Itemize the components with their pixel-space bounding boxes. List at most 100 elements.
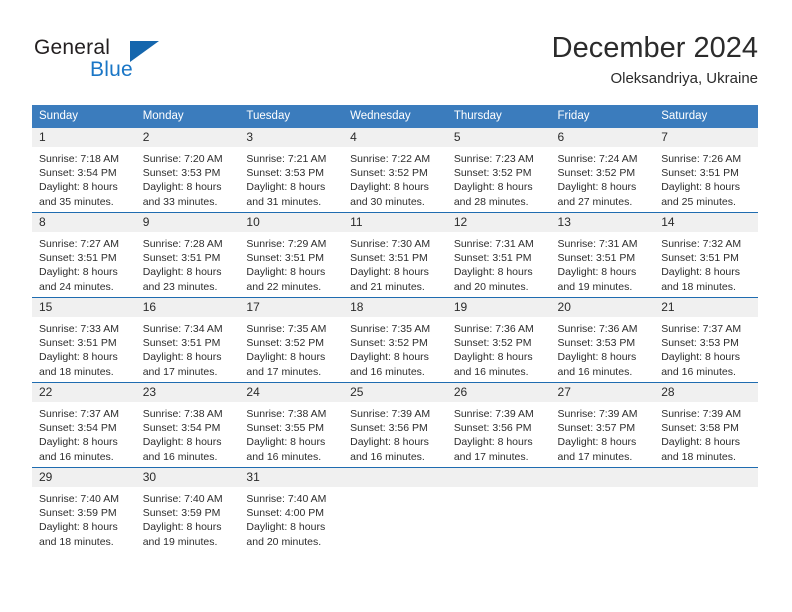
daylight-text-line1: Daylight: 8 hours	[350, 266, 429, 279]
calendar-day-cell[interactable]: 5 Sunrise: 7:23 AM Sunset: 3:52 PM Daylight…	[446, 128, 551, 213]
day-details: Sunrise: 7:18 AM Sunset: 3:54 PM Daylight:…	[32, 147, 136, 209]
calendar-day-cell[interactable]: 8 Sunrise: 7:27 AM Sunset: 3:51 PM Daylight…	[32, 212, 136, 298]
day-number: 4	[343, 128, 447, 147]
day-details: Sunrise: 7:39 AM Sunset: 3:56 PM Daylight:…	[447, 402, 551, 464]
daylight-text-line1: Daylight: 8 hours	[350, 181, 429, 194]
day-cell-inner: 13 Sunrise: 7:31 AM Sunset: 3:51 PM Dayligh…	[550, 213, 655, 297]
daylight-text-line1: Daylight: 8 hours	[39, 436, 118, 449]
calendar-week-row: 15 Sunrise: 7:33 AM Sunset: 3:51 PM Dayligh…	[32, 297, 758, 383]
calendar-day-cell[interactable]: 23 Sunrise: 7:38 AM Sunset: 3:54 PM Dayligh…	[135, 382, 240, 468]
calendar-day-cell[interactable]: 13 Sunrise: 7:31 AM Sunset: 3:51 PM Dayligh…	[550, 212, 655, 298]
sunset-text: Sunset: 4:00 PM	[246, 507, 325, 520]
day-cell-inner: 6 Sunrise: 7:24 AM Sunset: 3:52 PM Daylight…	[550, 128, 655, 212]
daylight-text-line2: and 17 minutes.	[142, 365, 218, 378]
sunset-text: Sunset: 3:56 PM	[350, 422, 428, 435]
calendar-day-cell[interactable]: 21 Sunrise: 7:37 AM Sunset: 3:53 PM Dayligh…	[654, 297, 758, 383]
sunrise-text: Sunrise: 7:23 AM	[453, 153, 534, 165]
daylight-text-line2: and 20 minutes.	[453, 280, 529, 293]
calendar-day-cell[interactable]: 19 Sunrise: 7:36 AM Sunset: 3:52 PM Dayligh…	[446, 297, 551, 383]
calendar-day-cell[interactable]: 15 Sunrise: 7:33 AM Sunset: 3:51 PM Dayligh…	[32, 297, 136, 383]
calendar-day-cell[interactable]: 31 Sunrise: 7:40 AM Sunset: 4:00 PM Dayligh…	[239, 467, 344, 552]
sunset-text: Sunset: 3:54 PM	[39, 167, 117, 180]
calendar-day-cell[interactable]: 7 Sunrise: 7:26 AM Sunset: 3:51 PM Daylight…	[654, 128, 758, 213]
calendar-day-cell[interactable]: 24 Sunrise: 7:38 AM Sunset: 3:55 PM Dayligh…	[239, 382, 344, 468]
day-number: 1	[32, 128, 136, 147]
calendar-week-row: 8 Sunrise: 7:27 AM Sunset: 3:51 PM Daylight…	[32, 212, 758, 298]
daylight-text-line2: and 30 minutes.	[350, 195, 425, 208]
calendar-day-cell[interactable]: 18 Sunrise: 7:35 AM Sunset: 3:52 PM Dayligh…	[343, 297, 447, 383]
day-number: 21	[654, 298, 758, 317]
calendar-day-cell[interactable]: 10 Sunrise: 7:29 AM Sunset: 3:51 PM Dayligh…	[239, 212, 344, 298]
sunset-text: Sunset: 3:55 PM	[246, 422, 325, 435]
general-blue-logo[interactable]: General Blue	[34, 36, 244, 90]
day-details: Sunrise: 7:27 AM Sunset: 3:51 PM Daylight:…	[32, 232, 136, 294]
calendar-day-cell[interactable]: 11 Sunrise: 7:30 AM Sunset: 3:51 PM Dayligh…	[343, 212, 447, 298]
calendar-day-cell[interactable]: 29 Sunrise: 7:40 AM Sunset: 3:59 PM Dayligh…	[32, 467, 136, 552]
calendar-day-cell[interactable]: 6 Sunrise: 7:24 AM Sunset: 3:52 PM Daylight…	[550, 128, 655, 213]
calendar-day-cell[interactable]: 4 Sunrise: 7:22 AM Sunset: 3:52 PM Daylight…	[343, 128, 447, 213]
calendar-day-cell[interactable]: 26 Sunrise: 7:39 AM Sunset: 3:56 PM Dayligh…	[446, 382, 551, 468]
sunset-text: Sunset: 3:51 PM	[661, 252, 739, 265]
weekday-header-wednesday: Wednesday	[343, 105, 447, 128]
day-details	[654, 487, 758, 492]
sunrise-text: Sunrise: 7:22 AM	[350, 153, 431, 165]
day-details: Sunrise: 7:37 AM Sunset: 3:53 PM Daylight:…	[654, 317, 758, 379]
sunrise-text: Sunrise: 7:39 AM	[453, 408, 534, 420]
sunset-text: Sunset: 3:56 PM	[453, 422, 532, 435]
day-details: Sunrise: 7:35 AM Sunset: 3:52 PM Daylight:…	[343, 317, 447, 379]
calendar-day-cell[interactable]: 2 Sunrise: 7:20 AM Sunset: 3:53 PM Daylight…	[135, 128, 240, 213]
daylight-text-line2: and 16 minutes.	[350, 365, 425, 378]
sunset-text: Sunset: 3:52 PM	[246, 337, 325, 350]
day-cell-inner: 10 Sunrise: 7:29 AM Sunset: 3:51 PM Dayligh…	[239, 213, 344, 297]
sunset-text: Sunset: 3:52 PM	[453, 337, 532, 350]
day-number: 15	[32, 298, 136, 317]
logo-text-blue: Blue	[90, 58, 133, 81]
day-cell-inner: 5 Sunrise: 7:23 AM Sunset: 3:52 PM Daylight…	[446, 128, 551, 212]
day-cell-inner: 21 Sunrise: 7:37 AM Sunset: 3:53 PM Dayligh…	[654, 298, 758, 382]
sunrise-text: Sunrise: 7:20 AM	[142, 153, 223, 165]
daylight-text-line2: and 16 minutes.	[350, 450, 425, 463]
weekday-header-monday: Monday	[135, 105, 240, 128]
calendar-day-cell[interactable]: 1 Sunrise: 7:18 AM Sunset: 3:54 PM Daylight…	[32, 128, 136, 213]
daylight-text-line1: Daylight: 8 hours	[39, 266, 118, 279]
day-cell-inner: 4 Sunrise: 7:22 AM Sunset: 3:52 PM Daylight…	[343, 128, 447, 212]
calendar-day-cell[interactable]: 20 Sunrise: 7:36 AM Sunset: 3:53 PM Dayligh…	[550, 297, 655, 383]
day-details: Sunrise: 7:33 AM Sunset: 3:51 PM Daylight:…	[32, 317, 136, 379]
sunrise-text: Sunrise: 7:33 AM	[39, 323, 119, 335]
calendar-day-cell[interactable]: 28 Sunrise: 7:39 AM Sunset: 3:58 PM Dayligh…	[654, 382, 758, 468]
calendar-day-cell[interactable]: 14 Sunrise: 7:32 AM Sunset: 3:51 PM Dayligh…	[654, 212, 758, 298]
day-cell-inner: 16 Sunrise: 7:34 AM Sunset: 3:51 PM Dayligh…	[135, 298, 240, 382]
page-header: General Blue December 2024 Oleksandriya,…	[0, 0, 792, 100]
sunrise-text: Sunrise: 7:38 AM	[246, 408, 327, 420]
calendar-day-cell[interactable]: 16 Sunrise: 7:34 AM Sunset: 3:51 PM Dayligh…	[135, 297, 240, 383]
daylight-text-line2: and 18 minutes.	[39, 365, 114, 378]
daylight-text-line1: Daylight: 8 hours	[39, 181, 118, 194]
day-number: 9	[135, 213, 240, 232]
daylight-text-line1: Daylight: 8 hours	[453, 266, 533, 279]
sunset-text: Sunset: 3:57 PM	[557, 422, 636, 435]
calendar-day-cell[interactable]: 27 Sunrise: 7:39 AM Sunset: 3:57 PM Dayligh…	[550, 382, 655, 468]
calendar-day-cell[interactable]: 3 Sunrise: 7:21 AM Sunset: 3:53 PM Daylight…	[239, 128, 344, 213]
day-cell-inner: 7 Sunrise: 7:26 AM Sunset: 3:51 PM Daylight…	[654, 128, 758, 212]
calendar-day-cell[interactable]: 25 Sunrise: 7:39 AM Sunset: 3:56 PM Dayligh…	[343, 382, 447, 468]
calendar-day-cell[interactable]: 9 Sunrise: 7:28 AM Sunset: 3:51 PM Daylight…	[135, 212, 240, 298]
calendar-day-cell[interactable]: 12 Sunrise: 7:31 AM Sunset: 3:51 PM Dayligh…	[446, 212, 551, 298]
day-details: Sunrise: 7:35 AM Sunset: 3:52 PM Daylight:…	[239, 317, 343, 379]
calendar-day-cell[interactable]: 22 Sunrise: 7:37 AM Sunset: 3:54 PM Dayligh…	[32, 382, 136, 468]
daylight-text-line2: and 33 minutes.	[142, 195, 218, 208]
calendar-day-cell[interactable]: 17 Sunrise: 7:35 AM Sunset: 3:52 PM Dayligh…	[239, 297, 344, 383]
sunrise-text: Sunrise: 7:27 AM	[39, 238, 119, 250]
calendar-week-row: 29 Sunrise: 7:40 AM Sunset: 3:59 PM Dayligh…	[32, 467, 758, 552]
calendar-day-cell[interactable]: 30 Sunrise: 7:40 AM Sunset: 3:59 PM Dayligh…	[135, 467, 240, 552]
day-details	[343, 487, 447, 492]
day-details	[551, 487, 655, 492]
sunset-text: Sunset: 3:51 PM	[142, 252, 221, 265]
sunrise-text: Sunrise: 7:30 AM	[350, 238, 431, 250]
sunset-text: Sunset: 3:59 PM	[39, 507, 117, 520]
sunset-text: Sunset: 3:51 PM	[39, 337, 117, 350]
sunrise-text: Sunrise: 7:28 AM	[142, 238, 223, 250]
day-details: Sunrise: 7:39 AM Sunset: 3:57 PM Daylight:…	[551, 402, 655, 464]
daylight-text-line1: Daylight: 8 hours	[350, 351, 429, 364]
sunset-text: Sunset: 3:54 PM	[142, 422, 221, 435]
daylight-text-line2: and 16 minutes.	[661, 365, 736, 378]
